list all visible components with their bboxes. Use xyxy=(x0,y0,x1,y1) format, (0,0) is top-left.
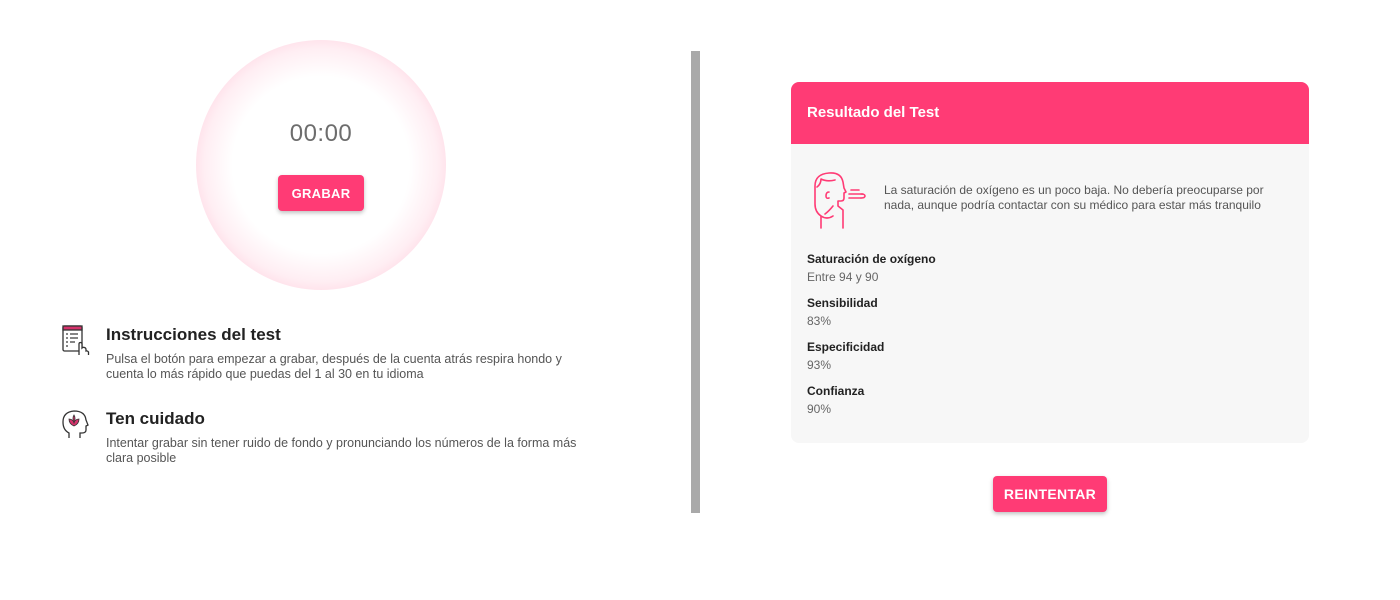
result-title: Resultado del Test xyxy=(807,104,940,121)
record-button[interactable]: GRABAR xyxy=(278,175,364,211)
person-breathing-icon xyxy=(814,172,866,229)
result-card: Resultado del Test La saturación de oxíg… xyxy=(791,82,1309,443)
timer-display: 00:00 xyxy=(289,120,353,147)
metric-label: Saturación de oxígeno xyxy=(807,252,936,266)
metric-value: 93% xyxy=(807,358,832,372)
metric-value: 90% xyxy=(807,402,832,416)
metric-oxygen-saturation: Saturación de oxígeno Entre 94 y 90 xyxy=(807,252,936,284)
vertical-divider xyxy=(691,51,700,513)
metric-label: Confianza xyxy=(807,384,865,398)
metric-confidence: Confianza 90% xyxy=(807,384,864,416)
recorder-circle: 00:00 GRABAR xyxy=(196,40,446,290)
instructions-title: Instrucciones del test xyxy=(106,325,281,344)
metric-label: Sensibilidad xyxy=(807,296,878,310)
page: 00:00 GRABAR Instrucciones del test Puls… xyxy=(0,0,1400,600)
metric-sensitivity: Sensibilidad 83% xyxy=(807,296,878,328)
metric-value: Entre 94 y 90 xyxy=(807,270,879,284)
caution-text: Intentar grabar sin tener ruido de fondo… xyxy=(106,436,577,465)
instructions-icon xyxy=(62,325,90,355)
result-card-header: Resultado del Test xyxy=(791,82,1309,144)
metric-value: 83% xyxy=(807,314,832,328)
head-lotus-icon xyxy=(62,410,89,438)
metric-label: Especificidad xyxy=(807,340,885,354)
instructions-text: Pulsa el botón para empezar a grabar, de… xyxy=(106,352,562,381)
metric-specificity: Especificidad 93% xyxy=(807,340,884,372)
result-message: La saturación de oxígeno es un poco baja… xyxy=(884,183,1264,212)
retry-button[interactable]: REINTENTAR xyxy=(993,476,1107,512)
caution-title: Ten cuidado xyxy=(106,409,205,428)
